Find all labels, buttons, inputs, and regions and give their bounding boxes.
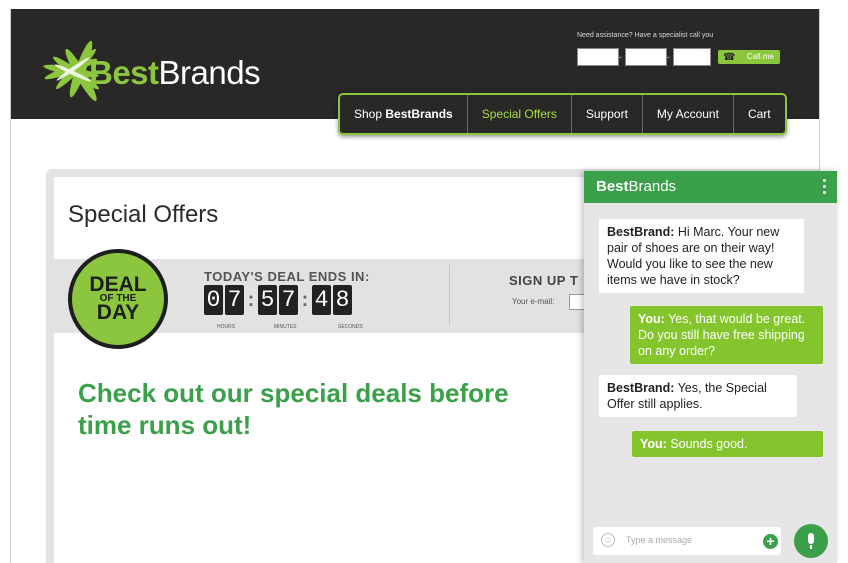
nav-shop-prefix: Shop <box>354 107 386 121</box>
hours-label: HOURS <box>217 324 236 330</box>
site-logo[interactable]: BestBrands <box>89 54 261 92</box>
nav-my-account[interactable]: My Account <box>643 95 734 133</box>
chat-header: BestBrands <box>584 171 837 203</box>
phone-icon: ☎ <box>723 52 736 63</box>
emoji-icon[interactable]: ☺ <box>601 533 615 547</box>
chat-message-input[interactable]: ☺ Type a message + <box>593 527 781 555</box>
phone-prefix-input[interactable] <box>625 48 667 66</box>
chat-widget: BestBrands BestBrand: Hi Marc. Your new … <box>584 171 837 563</box>
microphone-icon <box>808 533 814 544</box>
nav-support[interactable]: Support <box>572 95 643 133</box>
phone-area-code-input[interactable] <box>577 48 619 66</box>
logo-bold-text: Best <box>89 54 159 91</box>
nav-shop[interactable]: Shop BestBrands <box>340 95 468 133</box>
countdown-colon: : <box>301 288 309 311</box>
chat-message-bot: BestBrand: Yes, the Special Offer still … <box>599 375 797 417</box>
main-nav: Shop BestBrands Special Offers Support M… <box>338 93 787 135</box>
countdown-digit: 7 <box>279 285 298 315</box>
countdown-timer: 0 7 : 5 7 : 4 8 <box>204 285 354 315</box>
phone-dash: - <box>619 52 622 62</box>
call-me-label: Call me <box>746 52 774 61</box>
message-sender: BestBrand: <box>607 381 675 395</box>
countdown-heading: TODAY'S DEAL ENDS IN: <box>204 269 370 284</box>
signup-heading: SIGN UP T <box>509 273 579 288</box>
chat-message-user: You: Sounds good. <box>632 431 823 457</box>
chat-message-user: You: Yes, that would be great. Do you st… <box>630 306 823 364</box>
call-me-button[interactable]: ☎ Call me <box>718 50 780 64</box>
microphone-button[interactable] <box>794 524 828 558</box>
countdown-digit: 5 <box>258 285 277 315</box>
message-sender: You: <box>638 312 665 326</box>
add-attachment-icon[interactable]: + <box>763 534 778 549</box>
phone-dash: - <box>667 52 670 62</box>
countdown-digit: 4 <box>312 285 331 315</box>
email-label: Your e-mail: <box>512 297 555 306</box>
chat-input-placeholder: Type a message <box>626 535 693 545</box>
message-sender: You: <box>640 437 667 451</box>
countdown-digit: 0 <box>204 285 223 315</box>
chat-message-bot: BestBrand: Hi Marc. Your new pair of sho… <box>599 219 804 293</box>
message-sender: BestBrand: <box>607 225 675 239</box>
nav-shop-brand: BestBrands <box>385 107 453 121</box>
seconds-label: SECONDS <box>338 324 363 330</box>
countdown-digit: 7 <box>225 285 244 315</box>
countdown-digit: 8 <box>333 285 352 315</box>
more-options-icon[interactable] <box>823 179 827 195</box>
promo-headline: Check out our special deals before time … <box>78 378 509 440</box>
nav-special-offers[interactable]: Special Offers <box>468 95 572 133</box>
message-text: Sounds good. <box>666 437 748 451</box>
assist-text: Need assistance? Have a specialist call … <box>577 32 714 39</box>
chat-title-bold: Best <box>596 178 629 195</box>
phone-line-input[interactable] <box>673 48 711 66</box>
deal-of-the-day-badge: DEAL OF THE DAY <box>68 249 168 349</box>
countdown-colon: : <box>247 288 255 311</box>
nav-cart[interactable]: Cart <box>734 95 785 133</box>
page-title: Special Offers <box>68 201 219 228</box>
deal-line1: DEAL <box>89 273 147 296</box>
deal-divider <box>449 265 450 325</box>
chat-title: Brands <box>628 178 677 195</box>
deal-line3: DAY <box>96 301 140 324</box>
logo-text: Brands <box>158 54 261 91</box>
minutes-label: MINUTES <box>274 324 297 330</box>
